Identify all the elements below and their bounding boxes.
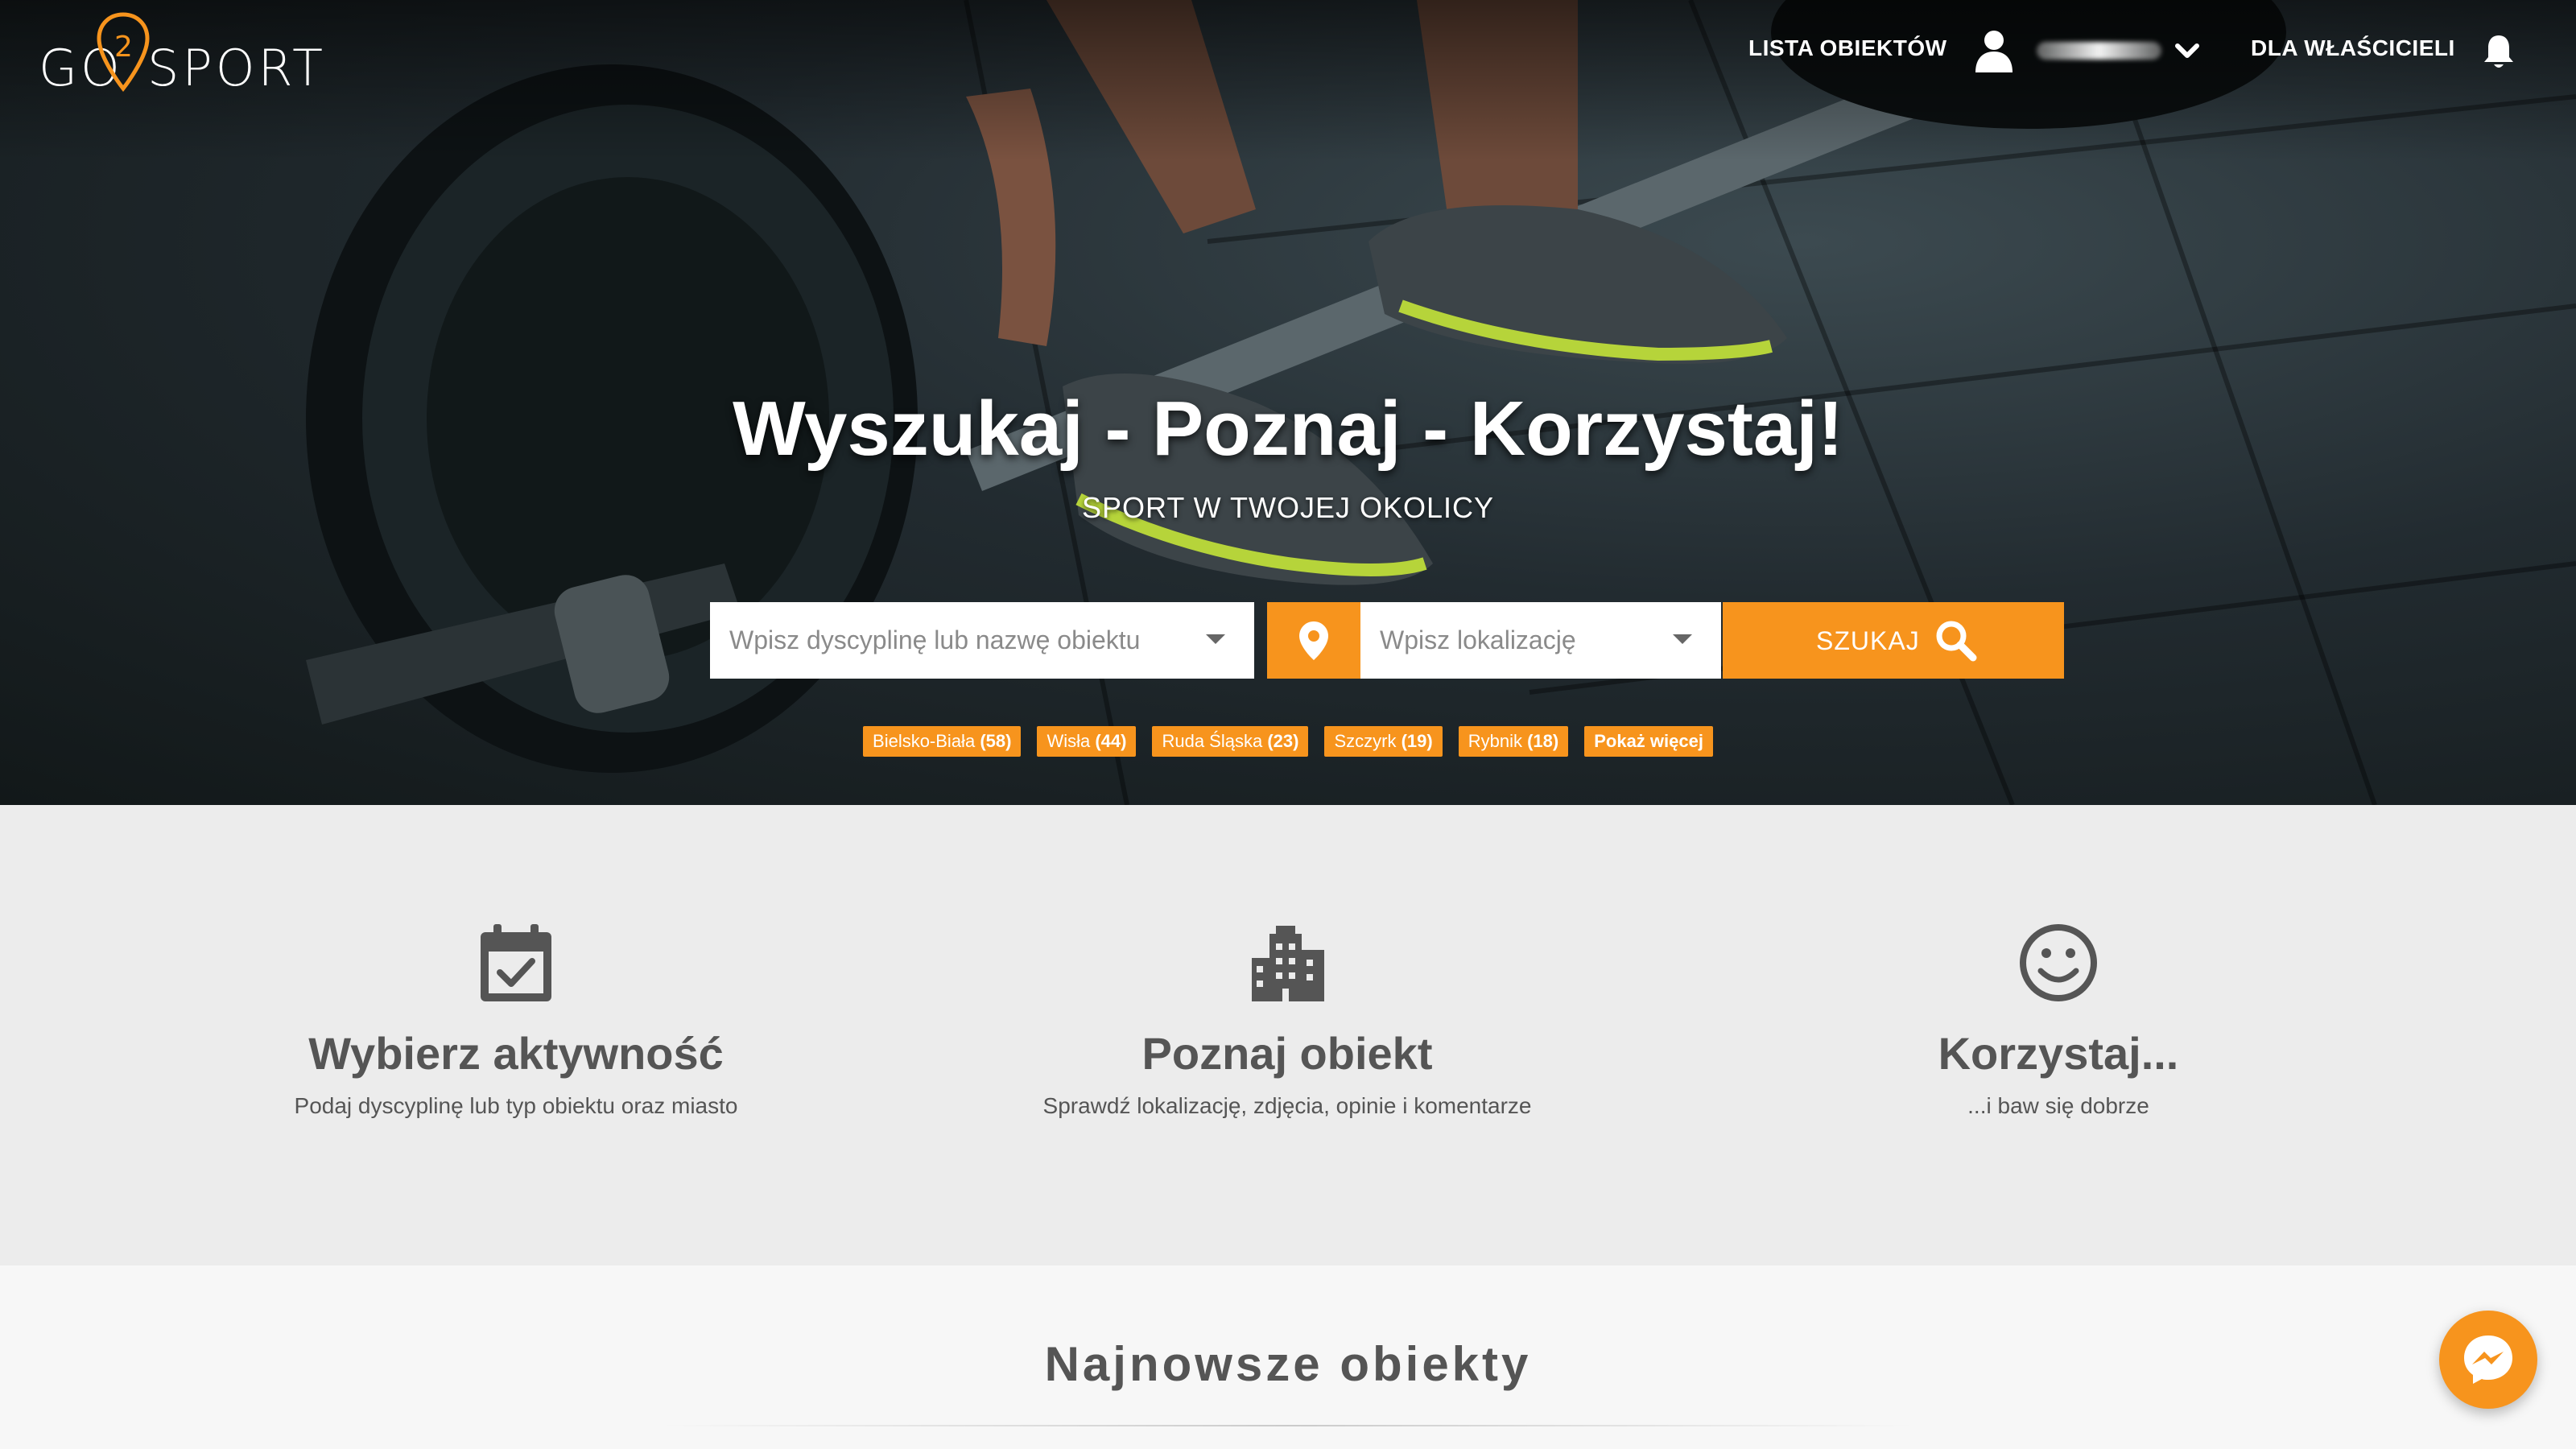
step-title: Korzystaj... xyxy=(1938,1028,2179,1079)
user-icon[interactable] xyxy=(1974,29,2014,72)
nav-items-list-link[interactable]: LISTA OBIEKTÓW xyxy=(1748,35,1947,61)
how-it-works-section: Wybierz aktywność Podaj dyscyplinę lub t… xyxy=(0,805,2576,1265)
city-tag[interactable]: Ruda Śląska (23) xyxy=(1152,726,1309,757)
step-title: Wybierz aktywność xyxy=(308,1028,724,1079)
city-tag-count: (58) xyxy=(980,731,1012,751)
bell-icon[interactable] xyxy=(2483,32,2515,71)
city-tag[interactable]: Szczyrk (19) xyxy=(1324,726,1443,757)
city-tag-count: (18) xyxy=(1527,731,1559,751)
hero-subheadline: SPORT W TWOJEJ OKOLICY xyxy=(1081,491,1495,524)
city-tag-count: (19) xyxy=(1401,731,1433,751)
city-tag[interactable]: Bielsko-Biała (58) xyxy=(863,726,1022,757)
hero-headline: Wyszukaj - Poznaj - Korzystaj! xyxy=(733,386,1843,472)
popular-city-tags: Bielsko-Biała (58) Wisła (44) Ruda Śląska … xyxy=(0,726,2576,757)
step-enjoy: Korzystaj... ...i baw się dobrze xyxy=(1629,805,2487,1265)
location-pin-box xyxy=(1267,602,1360,679)
location-search-field[interactable] xyxy=(1360,602,1721,679)
show-more-cities-button[interactable]: Pokaż więcej xyxy=(1584,726,1713,757)
step-title: Poznaj obiekt xyxy=(1141,1028,1433,1079)
smiley-icon xyxy=(2020,924,2097,1001)
step-description: Sprawdź lokalizację, zdjęcia, opinie i k… xyxy=(1042,1093,1532,1118)
messenger-chat-button[interactable] xyxy=(2439,1311,2537,1409)
city-tag-count: (44) xyxy=(1095,731,1127,751)
city-tag-name: Wisła xyxy=(1046,731,1091,751)
discipline-dropdown-caret-icon[interactable] xyxy=(1206,634,1225,644)
building-icon xyxy=(1252,926,1324,1001)
newest-facilities-title: Najnowsze obiekty xyxy=(1044,1337,1532,1391)
step-description: ...i baw się dobrze xyxy=(1967,1093,2149,1118)
step-description: Podaj dyscyplinę lub typ obiektu oraz mi… xyxy=(294,1093,738,1118)
city-tag-name: Rybnik xyxy=(1468,731,1522,751)
messenger-icon xyxy=(2464,1335,2512,1384)
newest-facilities-section: Najnowsze obiekty xyxy=(0,1265,2576,1449)
city-tag[interactable]: Rybnik (18) xyxy=(1458,726,1569,757)
location-dropdown-caret-icon[interactable] xyxy=(1673,634,1692,644)
search-icon xyxy=(1936,621,1977,662)
map-pin-icon xyxy=(1299,621,1328,660)
city-tag-name: Bielsko-Biała xyxy=(873,731,976,751)
step-explore-facility: Poznaj obiekt Sprawdź lokalizację, zdjęc… xyxy=(858,805,1716,1265)
site-logo[interactable]: GO 2 SPORT xyxy=(39,11,323,100)
city-tag-count: (23) xyxy=(1267,731,1299,751)
city-tag-name: Szczyrk xyxy=(1334,731,1397,751)
logo-text-sport: SPORT xyxy=(147,39,326,97)
discipline-search-field[interactable] xyxy=(710,602,1254,679)
user-name-redacted[interactable] xyxy=(2037,42,2161,60)
discipline-input[interactable] xyxy=(710,602,1254,679)
calendar-check-icon xyxy=(481,924,551,1001)
nav-owners-link[interactable]: DLA WŁAŚCICIELI xyxy=(2251,35,2455,61)
chevron-down-icon[interactable] xyxy=(2174,37,2201,64)
step-choose-activity: Wybierz aktywność Podaj dyscyplinę lub t… xyxy=(87,805,945,1265)
hero-top-shade xyxy=(0,0,2576,161)
search-button-label: SZUKAJ xyxy=(1816,626,1920,655)
logo-digit: 2 xyxy=(114,31,133,64)
city-tag-name: Ruda Śląska xyxy=(1162,731,1263,751)
section-divider xyxy=(660,1425,1916,1426)
city-tag[interactable]: Wisła (44) xyxy=(1037,726,1137,757)
location-input[interactable] xyxy=(1360,602,1721,679)
search-button[interactable]: SZUKAJ xyxy=(1723,602,2064,679)
